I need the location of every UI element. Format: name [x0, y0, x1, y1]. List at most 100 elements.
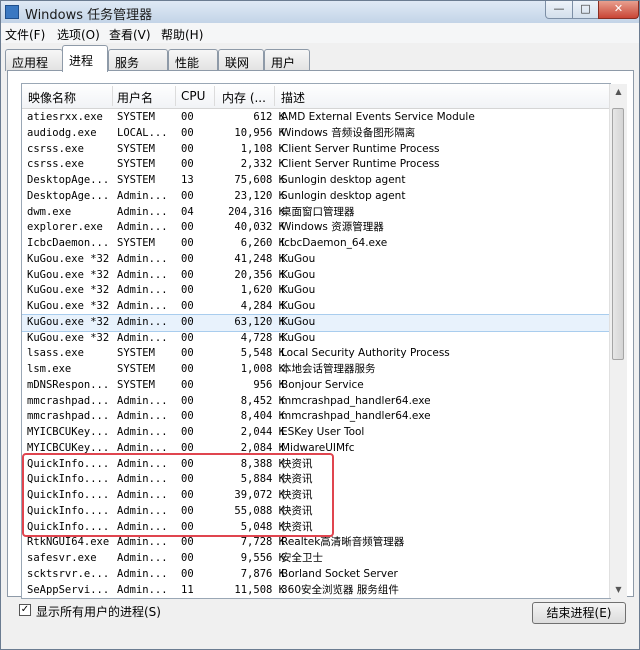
process-user-name: SYSTEM: [117, 378, 155, 391]
process-image-name: IcbcDaemon...: [27, 237, 110, 249]
tab-applications[interactable]: 应用程序: [5, 49, 63, 87]
table-row[interactable]: mDNSRespon... SYSTEM 00 956 K Bonjour Servic…: [22, 378, 610, 394]
tab-networking[interactable]: 联网: [218, 49, 264, 71]
process-description: ESKey User Tool: [281, 426, 365, 438]
table-row[interactable]: QuickInfo.... Admin... 00 39,072 K 快资讯: [22, 488, 610, 504]
process-cpu: 00: [181, 268, 194, 281]
column-divider[interactable]: [274, 86, 275, 106]
column-image-name[interactable]: 映像名称: [28, 89, 76, 106]
table-row[interactable]: safesvr.exe Admin... 00 9,556 K 安全卫士: [22, 551, 610, 567]
process-cpu: 00: [181, 142, 194, 155]
table-row[interactable]: QuickInfo.... Admin... 00 5,884 K 快资讯: [22, 472, 610, 488]
process-user-name: Admin...: [117, 300, 168, 312]
title-bar[interactable]: Windows 任务管理器 — □ ✕: [1, 1, 639, 23]
process-user-name: Admin...: [117, 252, 168, 265]
process-image-name: mDNSRespon...: [27, 378, 110, 391]
table-row[interactable]: SeAppServi... Admin... 11 11,508 K 360安全浏览器 …: [22, 583, 610, 599]
tab-users[interactable]: 用户: [264, 49, 310, 71]
process-memory: 20,356 K: [234, 268, 285, 281]
process-user-name: Admin...: [117, 394, 168, 407]
process-cpu: 00: [181, 284, 194, 297]
table-row[interactable]: KuGou.exe *32 Admin... 00 1,620 K KuGou: [22, 283, 610, 299]
table-row[interactable]: DesktopAge... SYSTEM 13 75,608 K Sunlogin de…: [22, 173, 610, 189]
process-image-name: KuGou.exe *32: [27, 331, 110, 344]
process-memory: 23,120 K: [234, 189, 285, 202]
table-row[interactable]: atiesrxx.exe SYSTEM 00 612 K AMD External Ev…: [22, 110, 610, 126]
column-divider[interactable]: [112, 86, 113, 106]
menu-help[interactable]: 帮助(H): [161, 26, 203, 43]
process-user-name: Admin...: [117, 552, 168, 564]
process-user-name: Admin...: [117, 504, 168, 517]
column-cpu[interactable]: CPU: [181, 89, 205, 103]
table-row[interactable]: RtkNGUI64.exe Admin... 00 7,728 K Realtek高清晰…: [22, 535, 610, 551]
table-row[interactable]: dwm.exe Admin... 04 204,316 K 桌面窗口管理器: [22, 205, 610, 221]
process-memory: 11,508 K: [234, 583, 285, 596]
table-row[interactable]: MYICBCUKey... Admin... 00 2,084 K MidwareUIM…: [22, 441, 610, 457]
process-user-name: Admin...: [117, 426, 168, 438]
show-all-users-label[interactable]: 显示所有用户的进程(S): [36, 603, 161, 620]
process-list[interactable]: 映像名称 用户名 CPU 内存 (... 描述 atiesrxx.exe SYST…: [21, 83, 611, 599]
process-image-name: DesktopAge...: [27, 189, 110, 202]
process-user-name: Admin...: [117, 315, 168, 328]
process-memory: 55,088 K: [234, 504, 285, 517]
tab-performance[interactable]: 性能: [168, 49, 218, 71]
table-row[interactable]: scktsrvr.e... Admin... 00 7,876 K Borland So…: [22, 567, 610, 583]
scroll-up-arrow-icon[interactable]: ▲: [610, 84, 627, 100]
table-row[interactable]: QuickInfo.... Admin... 00 8,388 K 快资讯: [22, 457, 610, 473]
end-process-button[interactable]: 结束进程(E): [532, 602, 626, 624]
maximize-button[interactable]: □: [572, 1, 599, 19]
table-row[interactable]: csrss.exe SYSTEM 00 1,108 K Client Server Ru…: [22, 142, 610, 158]
table-row[interactable]: audiodg.exe LOCAL... 00 10,956 K Windows 音频设…: [22, 126, 610, 142]
column-divider[interactable]: [175, 86, 176, 106]
table-row[interactable]: KuGou.exe *32 Admin... 00 4,728 K KuGou: [22, 331, 610, 347]
table-row[interactable]: mmcrashpad... Admin... 00 8,452 Kmmcrashpad…: [22, 394, 610, 410]
process-cpu: 00: [181, 237, 194, 249]
table-row[interactable]: QuickInfo.... Admin... 00 55,088 K 快资讯: [22, 504, 610, 520]
process-cpu: 00: [181, 126, 194, 139]
minimize-button[interactable]: —: [545, 1, 573, 19]
process-user-name: Admin...: [117, 489, 168, 501]
menu-file[interactable]: 文件(F): [5, 26, 45, 43]
tab-processes[interactable]: 进程: [62, 45, 108, 72]
menu-view[interactable]: 查看(V): [109, 26, 151, 43]
table-row[interactable]: KuGou.exe *32 Admin... 00 41,248 K KuGou: [22, 252, 610, 268]
table-row[interactable]: csrss.exe SYSTEM 00 2,332 K Client Server Ru…: [22, 157, 610, 173]
process-description: KuGou: [281, 300, 316, 312]
column-user-name[interactable]: 用户名: [117, 89, 153, 106]
table-row[interactable]: IcbcDaemon... SYSTEM 00 6,260 K IcbcDaemon_6…: [22, 236, 610, 252]
table-row[interactable]: KuGou.exe *32 Admin... 00 63,120 K KuGou: [22, 313, 610, 332]
table-row[interactable]: lsm.exe SYSTEM 00 1,008 K 本地会话管理器服务: [22, 362, 610, 378]
menu-options[interactable]: 选项(O): [57, 26, 100, 43]
process-user-name: Admin...: [117, 473, 168, 486]
table-row[interactable]: lsass.exe SYSTEM 00 5,548 K Local Security A…: [22, 346, 610, 362]
table-row[interactable]: explorer.exe Admin... 00 40,032 K Windows 资源…: [22, 220, 610, 236]
table-row[interactable]: KuGou.exe *32 Admin... 00 20,356 K KuGou: [22, 268, 610, 284]
column-divider[interactable]: [214, 86, 215, 106]
table-row[interactable]: DesktopAge... Admin... 00 23,120 K Sunlogin …: [22, 189, 610, 205]
scroll-down-arrow-icon[interactable]: ▼: [610, 582, 627, 598]
close-button[interactable]: ✕: [598, 1, 639, 19]
process-user-name: Admin...: [117, 331, 168, 344]
process-description: AMD External Events Service Module: [281, 111, 475, 123]
process-image-name: KuGou.exe *32: [27, 315, 110, 328]
process-description: 快资讯: [281, 489, 313, 501]
process-description: Sunlogin desktop agent: [281, 174, 406, 186]
checkbox-box[interactable]: ✓: [19, 604, 31, 616]
process-image-name: mmcrashpad...: [27, 410, 110, 423]
process-cpu: 00: [181, 363, 194, 375]
table-row[interactable]: mmcrashpad... Admin... 00 8,404 Kmmcrashpad…: [22, 409, 610, 425]
process-cpu: 00: [181, 347, 194, 360]
process-cpu: 00: [181, 441, 194, 454]
process-user-name: Admin...: [117, 457, 168, 470]
process-image-name: QuickInfo....: [27, 473, 110, 486]
tab-services[interactable]: 服务: [108, 49, 168, 71]
vertical-scrollbar[interactable]: ▲ ▼: [609, 84, 627, 598]
process-cpu: 00: [181, 473, 194, 486]
process-description: 本地会话管理器服务: [281, 363, 376, 375]
table-row[interactable]: KuGou.exe *32 Admin... 00 4,284 K KuGou: [22, 299, 610, 315]
scrollbar-thumb[interactable]: [612, 108, 624, 360]
table-row[interactable]: QuickInfo.... Admin... 00 5,048 K 快资讯: [22, 520, 610, 536]
column-memory[interactable]: 内存 (...: [222, 89, 266, 106]
table-row[interactable]: MYICBCUKey... Admin... 00 2,044 K ESKey User…: [22, 425, 610, 441]
column-description[interactable]: 描述: [281, 89, 305, 106]
